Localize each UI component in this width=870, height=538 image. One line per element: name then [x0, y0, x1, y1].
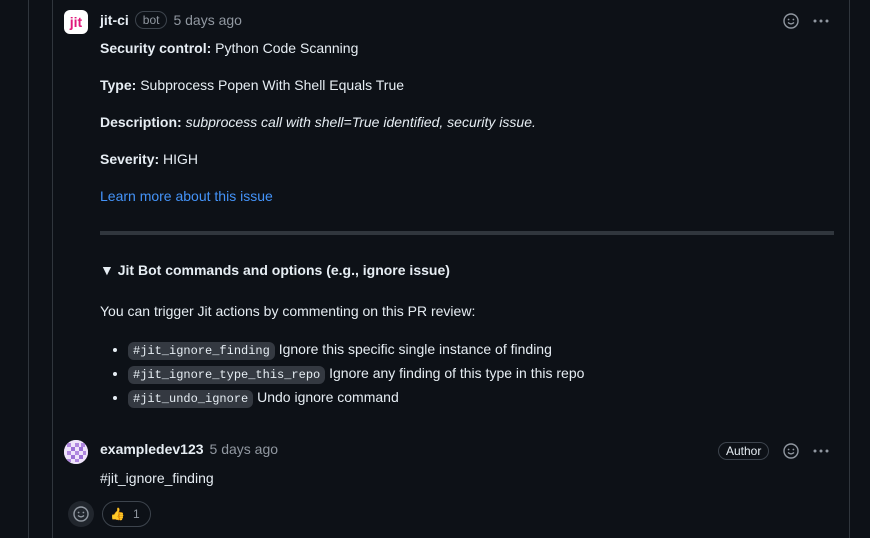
- kebab-icon: [813, 19, 829, 23]
- more-options-button[interactable]: [811, 11, 831, 31]
- description-label: Description:: [100, 114, 182, 130]
- thumbs-up-icon: 👍: [110, 507, 125, 521]
- add-reaction-button[interactable]: [68, 501, 94, 527]
- comment-author[interactable]: exampledev123: [100, 441, 204, 457]
- list-item: #jit_ignore_finding Ignore this specific…: [128, 337, 584, 361]
- jit-avatar[interactable]: jit: [64, 10, 88, 34]
- commands-list: #jit_ignore_finding Ignore this specific…: [100, 337, 584, 409]
- description-line: Description: subprocess call with shell=…: [100, 114, 536, 130]
- type-value: Subprocess Popen With Shell Equals True: [140, 77, 405, 93]
- author-badge: Author: [718, 442, 770, 460]
- command-code: #jit_undo_ignore: [128, 390, 254, 408]
- timeline-line: [28, 0, 29, 538]
- list-item: #jit_undo_ignore Undo ignore command: [128, 385, 584, 409]
- more-options-button[interactable]: [811, 441, 831, 461]
- reaction-count: 1: [132, 507, 140, 521]
- learn-more-link[interactable]: Learn more about this issue: [100, 188, 273, 204]
- kebab-icon: [813, 449, 829, 453]
- security-control-value: Python Code Scanning: [215, 40, 359, 56]
- comment-header: exampledev123 5 days ago: [100, 441, 278, 457]
- smiley-icon: [783, 443, 799, 459]
- command-text: Ignore any finding of this type in this …: [325, 365, 585, 381]
- severity-label: Severity:: [100, 151, 160, 167]
- thumbs-up-reaction[interactable]: 👍 1: [102, 501, 151, 527]
- smiley-icon: [73, 506, 89, 522]
- comment-body: #jit_ignore_finding: [100, 470, 214, 486]
- severity-line: Severity: HIGH: [100, 151, 198, 167]
- smiley-icon: [783, 13, 799, 29]
- add-reaction-button[interactable]: [781, 441, 801, 461]
- bot-badge: bot: [134, 11, 168, 29]
- type-line: Type: Subprocess Popen With Shell Equals…: [100, 77, 404, 93]
- comment-author[interactable]: jit-ci: [100, 12, 129, 28]
- horizontal-rule: [100, 231, 834, 235]
- list-item: #jit_ignore_type_this_repo Ignore any fi…: [128, 361, 584, 385]
- security-control-label: Security control:: [100, 40, 212, 56]
- type-label: Type:: [100, 77, 137, 93]
- comment-timestamp[interactable]: 5 days ago: [210, 441, 279, 457]
- user-avatar[interactable]: [64, 440, 88, 464]
- security-control-line: Security control: Python Code Scanning: [100, 40, 358, 56]
- command-text: Undo ignore command: [253, 389, 399, 405]
- add-reaction-button[interactable]: [781, 11, 801, 31]
- commands-details-summary[interactable]: ▼ Jit Bot commands and options (e.g., ig…: [100, 262, 450, 278]
- command-text: Ignore this specific single instance of …: [274, 341, 552, 357]
- description-value: subprocess call with shell=True identifi…: [185, 114, 536, 130]
- commands-intro: You can trigger Jit actions by commentin…: [100, 303, 476, 319]
- comment-timestamp[interactable]: 5 days ago: [173, 12, 242, 28]
- command-code: #jit_ignore_finding: [128, 342, 275, 360]
- command-code: #jit_ignore_type_this_repo: [128, 366, 326, 384]
- severity-value: HIGH: [163, 151, 199, 167]
- comment-header: jit-ci bot 5 days ago: [100, 11, 242, 29]
